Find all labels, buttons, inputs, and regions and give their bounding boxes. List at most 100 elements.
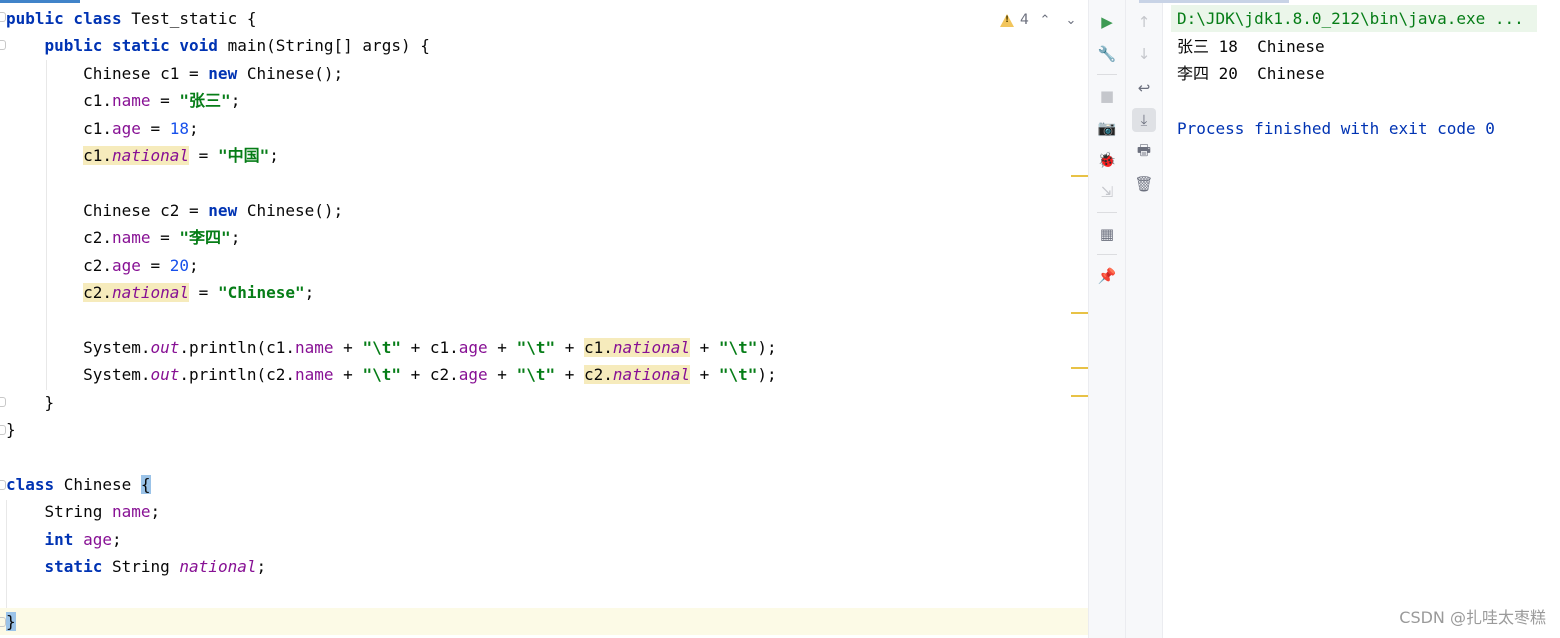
code-token: ;	[230, 91, 241, 111]
code-line[interactable]: System.out.println(c1.name + "\t" + c1.a…	[6, 334, 777, 361]
stop-icon[interactable]: ■	[1095, 84, 1119, 108]
console-command-line[interactable]: D:\JDK\jdk1.8.0_212\bin\java.exe ...	[1171, 5, 1537, 32]
code-token: + c1.	[400, 337, 459, 357]
code-line[interactable]: public class Test_static {	[6, 5, 256, 32]
rerun-icon[interactable]: ▶	[1095, 10, 1119, 34]
down-arrow-icon[interactable]: ↓	[1132, 42, 1156, 66]
code-token: =	[150, 228, 180, 248]
code-line[interactable]: c1.age = 18;	[6, 115, 199, 142]
code-token: name	[295, 365, 334, 385]
code-token: new	[208, 200, 247, 220]
next-highlight-button[interactable]: ⌄	[1061, 13, 1081, 28]
code-line[interactable]: Chinese c1 = new Chinese();	[6, 60, 343, 87]
code-token: );	[757, 365, 777, 385]
code-token: c1.	[83, 146, 112, 165]
code-line[interactable]: }	[6, 416, 16, 443]
code-line[interactable]: String name;	[6, 498, 161, 525]
toolbar-separator	[1097, 74, 1117, 75]
code-line[interactable]: c1.name = "张三";	[6, 87, 240, 114]
code-token: age	[458, 365, 488, 385]
code-token: name	[111, 228, 151, 248]
code-line[interactable]: System.out.println(c2.name + "\t" + c2.a…	[6, 361, 777, 388]
code-token: national	[612, 365, 690, 385]
console-output-line: 李四 20 Chinese	[1177, 64, 1325, 83]
code-line[interactable]: static String national;	[6, 553, 267, 580]
code-token: +	[333, 365, 363, 385]
screenshot-icon[interactable]: 📷	[1095, 116, 1119, 140]
code-token: 20	[169, 255, 190, 275]
code-line[interactable]: c2.national = "Chinese";	[6, 279, 314, 306]
code-token: c1.	[6, 91, 112, 111]
print-icon[interactable]: 🖶	[1132, 140, 1156, 164]
code-line[interactable]: c1.national = "中国";	[6, 142, 279, 169]
code-token: c1.	[6, 118, 112, 138]
pin-icon[interactable]: 📌	[1095, 264, 1119, 288]
code-token: System.	[6, 337, 151, 357]
run-console[interactable]: D:\JDK\jdk1.8.0_212\bin\java.exe ... 张三 …	[1139, 0, 1560, 638]
current-line-highlight	[0, 608, 1088, 635]
debug-icon[interactable]: 🐞	[1095, 148, 1119, 172]
layout-icon[interactable]: ▦	[1095, 222, 1119, 246]
up-arrow-icon[interactable]: ↑	[1132, 10, 1156, 34]
warning-stripe[interactable]	[1071, 175, 1088, 177]
code-token: ;	[150, 502, 161, 522]
code-token: new	[208, 63, 247, 83]
warning-stripe[interactable]	[1071, 367, 1088, 369]
code-token: ;	[256, 557, 267, 576]
code-line[interactable]: }	[6, 389, 55, 416]
soft-wrap-icon[interactable]: ↩	[1132, 76, 1156, 100]
code-token: name	[295, 337, 334, 357]
code-line[interactable]: int age;	[6, 526, 122, 553]
code-line[interactable]: }	[6, 608, 16, 635]
scroll-to-end-icon[interactable]: ⤓	[1132, 108, 1156, 132]
exit-icon[interactable]: ⇲	[1095, 180, 1119, 204]
active-tab-indicator	[0, 0, 80, 3]
code-line[interactable]: public static void main(String[] args) {	[6, 32, 430, 59]
code-token: String	[6, 502, 112, 522]
code-token: national	[111, 146, 190, 165]
code-token: "\t"	[516, 365, 556, 385]
code-token: ;	[304, 283, 315, 302]
code-token: class	[6, 474, 64, 494]
code-token: name	[111, 502, 151, 522]
trash-icon[interactable]: 🗑	[1132, 172, 1156, 196]
code-token: main(String[] args) {	[227, 36, 430, 56]
warning-stripe[interactable]	[1071, 395, 1088, 397]
code-token: c2.	[584, 365, 613, 385]
code-line[interactable]: class Chinese {	[6, 471, 151, 498]
inspection-widget[interactable]: 4 ⌃ ⌄	[1000, 8, 1081, 32]
watermark: CSDN @扎哇太枣糕	[1399, 608, 1546, 627]
code-token: =	[140, 118, 170, 138]
code-token: "\t"	[516, 337, 556, 357]
settings-icon[interactable]: 🔧	[1095, 42, 1119, 66]
console-toolbar: ↑ ↓ ↩ ⤓ 🖶 🗑	[1126, 0, 1162, 638]
code-editor[interactable]: public class Test_static { public static…	[0, 0, 1088, 638]
console-output-line: 张三 18 Chinese	[1177, 37, 1325, 56]
code-token: Test_static {	[131, 9, 257, 28]
code-token: String	[111, 557, 180, 576]
code-line[interactable]: c2.age = 20;	[6, 252, 199, 279]
code-token: +	[555, 365, 585, 385]
code-token: national	[179, 557, 257, 576]
toolbar-separator	[1097, 212, 1117, 213]
code-token: age	[111, 118, 141, 138]
code-token: "李四"	[179, 228, 231, 248]
code-token: "中国"	[217, 146, 270, 165]
code-line[interactable]: Chinese c2 = new Chinese();	[6, 197, 343, 224]
code-token: );	[757, 337, 777, 357]
warning-stripe[interactable]	[1071, 312, 1088, 314]
code-token: out	[150, 365, 180, 385]
code-token: c2.	[6, 255, 112, 275]
previous-highlight-button[interactable]: ⌃	[1035, 13, 1055, 28]
code-token: +	[487, 337, 517, 357]
code-token: national	[111, 283, 190, 302]
code-token: Chinese c1 =	[6, 63, 209, 83]
code-token: c1.	[584, 337, 613, 357]
code-line[interactable]: c2.name = "李四";	[6, 224, 240, 251]
code-token: age	[458, 337, 488, 357]
code-token: name	[111, 91, 151, 111]
code-token: public class	[6, 9, 132, 28]
warning-count: 4	[1020, 12, 1029, 28]
run-tab-indicator	[1139, 0, 1289, 3]
